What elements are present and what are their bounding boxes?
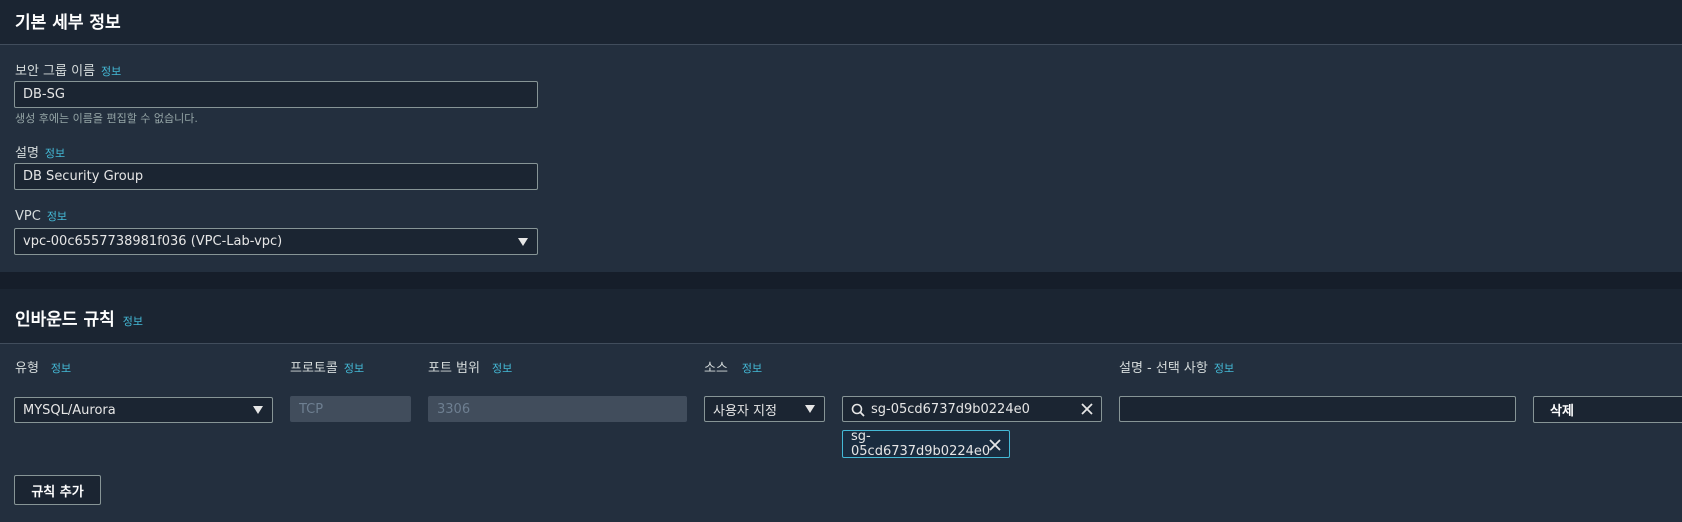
- description-value: DB Security Group: [23, 169, 144, 184]
- sg-name-value: DB-SG: [23, 87, 65, 102]
- description-input[interactable]: DB Security Group: [14, 163, 538, 190]
- delete-rule-button[interactable]: 삭제: [1533, 396, 1682, 423]
- inbound-rules-title: 인바운드 규칙 정보: [15, 310, 144, 330]
- sg-name-hint: 생성 후에는 이름을 편집할 수 없습니다.: [15, 112, 198, 125]
- section-divider: [0, 272, 1682, 289]
- col-source-label: 소스 정보: [704, 361, 763, 376]
- rule-type-select[interactable]: MYSQL/Aurora: [14, 397, 273, 423]
- col-protocol-label: 프로토콜 정보: [290, 361, 365, 376]
- rule-protocol-field: TCP: [290, 396, 411, 422]
- col-type-label: 유형 정보: [15, 361, 72, 376]
- vpc-value: vpc-00c6557738981f036 (VPC-Lab-vpc): [23, 234, 283, 249]
- description-info-link[interactable]: 정보: [45, 147, 65, 160]
- col-description-label: 설명 - 선택 사항 정보: [1119, 361, 1235, 376]
- basic-details-title: 기본 세부 정보: [15, 13, 121, 33]
- rule-source-search-input[interactable]: sg-05cd6737d9b0224e0: [842, 396, 1102, 422]
- caret-down-icon: [805, 405, 815, 413]
- rule-type-value: MYSQL/Aurora: [23, 402, 116, 418]
- close-icon[interactable]: [1080, 402, 1094, 416]
- rule-protocol-value: TCP: [299, 401, 324, 417]
- source-token-value: sg-05cd6737d9b0224e0: [851, 429, 991, 459]
- sg-name-input[interactable]: DB-SG: [14, 81, 538, 108]
- vpc-select[interactable]: vpc-00c6557738981f036 (VPC-Lab-vpc): [14, 228, 538, 255]
- caret-down-icon: [253, 406, 263, 414]
- inbound-rules-info-link[interactable]: 정보: [123, 315, 143, 328]
- description-label: 설명 정보: [15, 146, 66, 161]
- rule-source-type-value: 사용자 지정: [713, 403, 777, 419]
- col-port-label: 포트 범위 정보: [428, 361, 513, 376]
- rule-port-field: 3306: [428, 396, 687, 422]
- vpc-info-link[interactable]: 정보: [47, 210, 67, 223]
- rule-description-input[interactable]: [1119, 396, 1516, 422]
- col-type-info-link[interactable]: 정보: [51, 362, 71, 375]
- caret-down-icon: [518, 237, 528, 246]
- add-rule-button[interactable]: 규칙 추가: [14, 475, 101, 505]
- col-port-info-link[interactable]: 정보: [492, 362, 512, 375]
- basic-details-header: 기본 세부 정보: [0, 0, 1682, 45]
- vpc-label: VPC 정보: [15, 209, 68, 224]
- inbound-rules-header: 인바운드 규칙 정보: [0, 289, 1682, 344]
- sg-name-info-link[interactable]: 정보: [101, 65, 121, 78]
- search-icon: [851, 403, 865, 417]
- source-token: sg-05cd6737d9b0224e0: [842, 429, 1010, 459]
- rule-source-search-value: sg-05cd6737d9b0224e0: [871, 401, 1030, 417]
- sg-name-label: 보안 그룹 이름 정보: [15, 64, 122, 79]
- col-protocol-info-link[interactable]: 정보: [344, 362, 364, 375]
- rule-port-value: 3306: [437, 401, 471, 417]
- rule-source-type-select[interactable]: 사용자 지정: [704, 396, 825, 422]
- col-description-info-link[interactable]: 정보: [1214, 362, 1234, 375]
- col-source-info-link[interactable]: 정보: [742, 362, 762, 375]
- close-icon[interactable]: [988, 438, 1002, 452]
